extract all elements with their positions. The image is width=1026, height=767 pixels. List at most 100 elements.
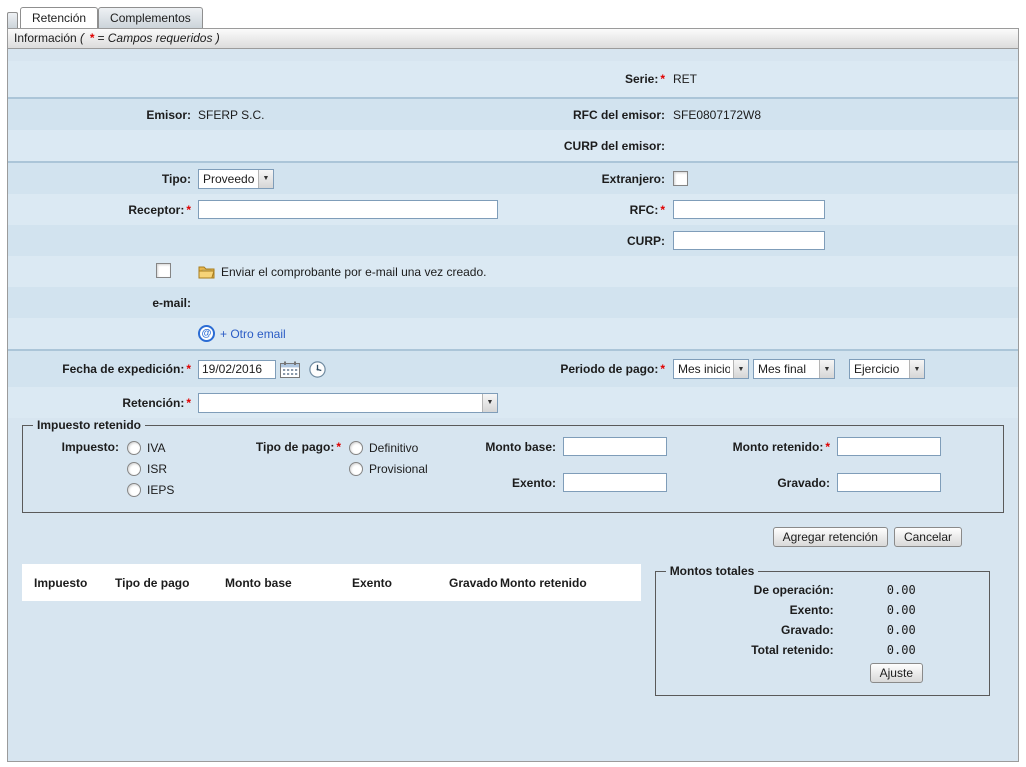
mes-final-value: Mes final (758, 362, 816, 376)
total-row-retenido: Total retenido: 0.00 (666, 640, 979, 660)
retenciones-table-header: Impuesto Tipo de pago Monto base Exento … (22, 564, 641, 601)
ieps-radio[interactable] (127, 483, 141, 497)
mes-final-select[interactable]: Mes final ▼ (753, 359, 835, 379)
periodo-pago-label: Periodo de pago: (560, 362, 658, 376)
tipo-pago-label: Tipo de pago:* (219, 437, 341, 500)
at-icon: @ (198, 325, 215, 342)
mes-inicio-select[interactable]: Mes inicio ▼ (673, 359, 749, 379)
monto-base-input[interactable] (563, 437, 667, 456)
exento-total-value: 0.00 (834, 603, 916, 617)
impuesto-retenido-legend: Impuesto retenido (33, 418, 145, 432)
info-bar: Información ( * = Campos requeridos ) (7, 28, 1019, 49)
exento-input[interactable] (563, 473, 667, 492)
retencion-select[interactable]: ▼ (198, 393, 498, 413)
isr-radio-label: ISR (147, 462, 167, 476)
chevron-down-icon: ▼ (909, 360, 924, 378)
required-note: ( * = Campos requeridos ) (80, 31, 220, 45)
provisional-radio-label: Provisional (369, 462, 428, 476)
definitivo-radio[interactable] (349, 441, 363, 455)
tab-retencion[interactable]: Retención (20, 7, 98, 28)
col-gravado: Gravado (449, 576, 500, 590)
radio-option-ieps[interactable]: IEPS (127, 479, 174, 500)
radio-option-iva[interactable]: IVA (127, 437, 174, 458)
total-row-exento: Exento: 0.00 (666, 600, 979, 620)
gravado-input[interactable] (837, 473, 941, 492)
monto-base-exento-group: Monto base: Exento: (471, 437, 667, 500)
fecha-expedicion-label: Fecha de expedición: (62, 362, 184, 376)
col-impuesto: Impuesto (22, 576, 115, 590)
row-curp-emisor: CURP del emisor: (8, 130, 1018, 161)
row-tipo: Tipo: Proveedor ▼ Extranjero: (8, 163, 1018, 194)
tipo-select-value: Proveedor (203, 172, 255, 186)
tipo-label: Tipo: (162, 172, 191, 186)
total-retenido-label: Total retenido: (666, 643, 834, 657)
mail-folder-icon (198, 265, 215, 279)
form-panel: Serie:* RET Emisor: SFERP S.C. RFC del e… (7, 49, 1019, 762)
row-enviar-email: Enviar el comprobante por e-mail una vez… (8, 256, 1018, 287)
curp-input[interactable] (673, 231, 825, 250)
ejercicio-select[interactable]: Ejercicio ▼ (849, 359, 925, 379)
impuesto-retenido-fieldset: Impuesto retenido Impuesto: IVA ISR (22, 418, 1004, 513)
radio-option-definitivo[interactable]: Definitivo (349, 437, 428, 458)
chevron-down-icon: ▼ (258, 170, 273, 188)
page: Retención Complementos Información ( * =… (0, 0, 1026, 762)
mes-inicio-value: Mes inicio (678, 362, 730, 376)
monto-retenido-input[interactable] (837, 437, 941, 456)
cancelar-button[interactable]: Cancelar (894, 527, 962, 547)
total-row-operacion: De operación: 0.00 (666, 580, 979, 600)
rfc-emisor-value: SFE0807172W8 (673, 108, 761, 122)
gravado-total-label: Gravado: (666, 623, 834, 637)
add-other-email-label: + Otro email (220, 327, 286, 341)
rfc-label: RFC: (630, 203, 659, 217)
chevron-down-icon: ▼ (482, 394, 497, 412)
total-row-gravado: Gravado: 0.00 (666, 620, 979, 640)
row-retencion: Retención:* ▼ (8, 387, 1018, 418)
rfc-emisor-label: RFC del emisor: (573, 108, 665, 122)
receptor-input[interactable] (198, 200, 498, 219)
montos-totales-legend: Montos totales (666, 564, 759, 578)
required-asterisk: * (89, 31, 94, 45)
add-other-email-link[interactable]: @ + Otro email (198, 325, 286, 342)
monto-retenido-label: Monto retenido:* (667, 440, 830, 454)
row-otro-email: @ + Otro email (8, 318, 1018, 349)
tab-bar: Retención Complementos (7, 5, 1019, 28)
info-bar-title: Información (14, 31, 77, 45)
de-operacion-label: De operación: (666, 583, 834, 597)
tipo-pago-group: Tipo de pago:* Definitivo Provisional (219, 437, 471, 500)
isr-radio[interactable] (127, 462, 141, 476)
row-receptor: Receptor:* RFC:* (8, 194, 1018, 225)
rfc-input[interactable] (673, 200, 825, 219)
curp-emisor-label: CURP del emisor: (564, 139, 665, 153)
bottom-section: Impuesto Tipo de pago Monto base Exento … (22, 564, 1004, 696)
emisor-value: SFERP S.C. (198, 108, 264, 122)
row-fecha: Fecha de expedición:* (8, 351, 1018, 387)
agregar-retencion-button[interactable]: Agregar retención (773, 527, 888, 547)
iva-radio[interactable] (127, 441, 141, 455)
radio-option-provisional[interactable]: Provisional (349, 458, 428, 479)
radio-option-isr[interactable]: ISR (127, 458, 174, 479)
calendar-icon[interactable] (280, 361, 300, 378)
ejercicio-value: Ejercicio (854, 362, 906, 376)
iva-radio-label: IVA (147, 441, 165, 455)
send-email-label: Enviar el comprobante por e-mail una vez… (221, 265, 486, 279)
row-curp: CURP: (8, 225, 1018, 256)
extranjero-label: Extranjero: (602, 172, 665, 186)
tipo-select[interactable]: Proveedor ▼ (198, 169, 274, 189)
extranjero-checkbox[interactable] (673, 171, 688, 186)
col-exento: Exento (352, 576, 449, 590)
col-monto-retenido: Monto retenido (500, 576, 641, 590)
time-icon[interactable] (309, 361, 326, 378)
definitivo-radio-label: Definitivo (369, 441, 418, 455)
fecha-expedicion-input[interactable] (198, 360, 276, 379)
chevron-down-icon: ▼ (733, 360, 748, 378)
send-email-checkbox[interactable] (156, 263, 171, 278)
col-tipo-pago: Tipo de pago (115, 576, 225, 590)
email-label: e-mail: (152, 296, 191, 310)
ajuste-button[interactable]: Ajuste (870, 663, 923, 683)
exento-total-label: Exento: (666, 603, 834, 617)
actions-row: Agregar retención Cancelar (8, 527, 962, 547)
tab-complementos[interactable]: Complementos (98, 7, 203, 28)
row-serie: Serie:* RET (8, 61, 1018, 97)
retencion-label: Retención: (122, 396, 184, 410)
provisional-radio[interactable] (349, 462, 363, 476)
